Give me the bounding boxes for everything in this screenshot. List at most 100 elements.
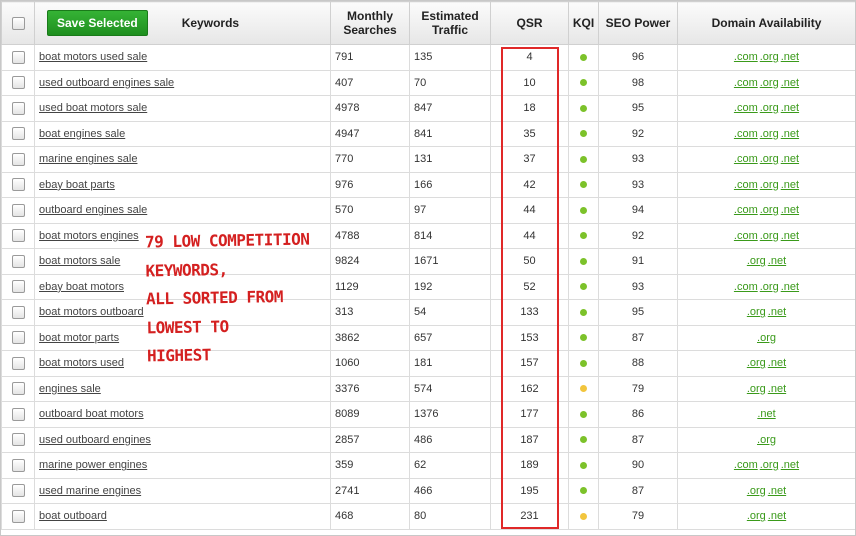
domain-link[interactable]: .net	[781, 102, 799, 114]
row-checkbox[interactable]	[11, 229, 25, 243]
domain-link[interactable]: .org	[760, 281, 779, 293]
domain-link[interactable]: .net	[768, 255, 786, 267]
domain-link[interactable]: .net	[781, 128, 799, 140]
domain-link[interactable]: .org	[760, 179, 779, 191]
seo-power-value: 90	[598, 452, 678, 479]
row-checkbox[interactable]	[11, 331, 25, 345]
keyword-link[interactable]: boat motor parts	[39, 332, 119, 344]
domain-link[interactable]: .org	[747, 383, 766, 395]
kqi-header[interactable]: KQI	[568, 1, 599, 45]
keyword-link[interactable]: marine power engines	[39, 459, 147, 471]
domain-link[interactable]: .net	[757, 408, 775, 420]
domain-availability-cell: .com .org .net	[677, 197, 855, 224]
domain-link[interactable]: .com	[734, 77, 758, 89]
keyword-link[interactable]: boat engines sale	[39, 128, 125, 140]
row-checkbox[interactable]	[11, 101, 25, 115]
keyword-link[interactable]: used outboard engines sale	[39, 77, 174, 89]
row-checkbox[interactable]	[11, 305, 25, 319]
domain-link[interactable]: .com	[734, 281, 758, 293]
keyword-link[interactable]: ebay boat motors	[39, 281, 124, 293]
keyword-link[interactable]: boat motors engines	[39, 230, 139, 242]
domain-link[interactable]: .org	[760, 128, 779, 140]
domain-link[interactable]: .org	[747, 255, 766, 267]
table-row: boat motors used sale 791 135 4 96 .com .org .n…	[1, 44, 855, 71]
domain-availability-header[interactable]: Domain Availability	[677, 1, 855, 45]
domain-link[interactable]: .org	[760, 102, 779, 114]
domain-link[interactable]: .net	[781, 204, 799, 216]
domain-link[interactable]: .com	[734, 204, 758, 216]
keyword-link[interactable]: boat outboard	[39, 510, 107, 522]
row-checkbox[interactable]	[11, 76, 25, 90]
row-checkbox[interactable]	[11, 178, 25, 192]
row-checkbox[interactable]	[11, 509, 25, 523]
qsr-value: 177	[490, 401, 569, 428]
row-select-cell	[1, 44, 35, 71]
domain-link[interactable]: .org	[760, 77, 779, 89]
keyword-link[interactable]: boat motors outboard	[39, 306, 144, 318]
domain-link[interactable]: .com	[734, 102, 758, 114]
row-checkbox[interactable]	[11, 50, 25, 64]
domain-link[interactable]: .org	[747, 357, 766, 369]
row-checkbox[interactable]	[11, 254, 25, 268]
row-checkbox[interactable]	[11, 127, 25, 141]
seo-power-header[interactable]: SEO Power	[598, 1, 678, 45]
domain-link[interactable]: .org	[760, 459, 779, 471]
qsr-header[interactable]: QSR	[490, 1, 569, 45]
domain-link[interactable]: .net	[781, 153, 799, 165]
domain-link[interactable]: .com	[734, 153, 758, 165]
kqi-cell	[568, 197, 599, 224]
keyword-link[interactable]: marine engines sale	[39, 153, 137, 165]
domain-link[interactable]: .com	[734, 128, 758, 140]
row-checkbox[interactable]	[11, 433, 25, 447]
estimated-traffic-header[interactable]: Estimated Traffic	[409, 1, 491, 45]
keyword-link[interactable]: boat motors used sale	[39, 51, 147, 63]
domain-link[interactable]: .net	[768, 485, 786, 497]
domain-link[interactable]: .net	[781, 51, 799, 63]
domain-link[interactable]: .com	[734, 459, 758, 471]
domain-link[interactable]: .net	[768, 357, 786, 369]
domain-link[interactable]: .org	[760, 230, 779, 242]
domain-link[interactable]: .net	[768, 306, 786, 318]
keyword-link[interactable]: boat motors sale	[39, 255, 120, 267]
domain-link[interactable]: .org	[760, 51, 779, 63]
domain-link[interactable]: .org	[757, 332, 776, 344]
keyword-link[interactable]: used marine engines	[39, 485, 141, 497]
domain-link[interactable]: .org	[747, 510, 766, 522]
row-checkbox[interactable]	[11, 484, 25, 498]
domain-link[interactable]: .org	[760, 204, 779, 216]
domain-link[interactable]: .org	[757, 434, 776, 446]
row-checkbox[interactable]	[11, 203, 25, 217]
row-checkbox[interactable]	[11, 280, 25, 294]
keyword-link[interactable]: engines sale	[39, 383, 101, 395]
domain-link[interactable]: .org	[760, 153, 779, 165]
select-all-checkbox[interactable]	[11, 17, 25, 31]
keyword-link[interactable]: outboard boat motors	[39, 408, 144, 420]
domain-link[interactable]: .net	[768, 510, 786, 522]
domain-link[interactable]: .org	[747, 485, 766, 497]
domain-link[interactable]: .net	[781, 281, 799, 293]
row-checkbox[interactable]	[11, 356, 25, 370]
domain-link[interactable]: .net	[781, 179, 799, 191]
domain-link[interactable]: .com	[734, 51, 758, 63]
row-checkbox[interactable]	[11, 458, 25, 472]
domain-availability-cell: .org .net	[677, 299, 855, 326]
keyword-link[interactable]: ebay boat parts	[39, 179, 115, 191]
domain-link[interactable]: .net	[768, 383, 786, 395]
kqi-cell	[568, 95, 599, 122]
domain-link[interactable]: .net	[781, 77, 799, 89]
domain-link[interactable]: .net	[781, 459, 799, 471]
row-checkbox[interactable]	[11, 407, 25, 421]
row-checkbox[interactable]	[11, 382, 25, 396]
keywords-column-label[interactable]: Keywords	[182, 16, 239, 30]
domain-link[interactable]: .com	[734, 230, 758, 242]
keyword-link[interactable]: boat motors used	[39, 357, 124, 369]
row-checkbox[interactable]	[11, 152, 25, 166]
keyword-link[interactable]: used boat motors sale	[39, 102, 147, 114]
monthly-searches-header[interactable]: Monthly Searches	[330, 1, 410, 45]
save-selected-button[interactable]: Save Selected	[47, 10, 148, 36]
domain-link[interactable]: .org	[747, 306, 766, 318]
domain-link[interactable]: .net	[781, 230, 799, 242]
domain-link[interactable]: .com	[734, 179, 758, 191]
keyword-link[interactable]: used outboard engines	[39, 434, 151, 446]
keyword-link[interactable]: outboard engines sale	[39, 204, 147, 216]
